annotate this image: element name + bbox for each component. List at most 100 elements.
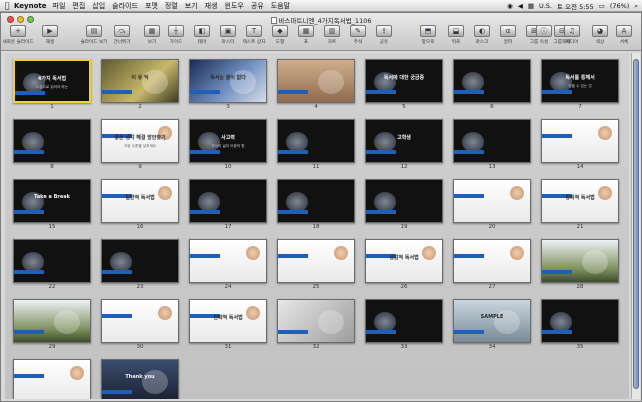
slide-thumbnail[interactable] — [541, 299, 619, 343]
slide-thumbnail[interactable] — [13, 359, 91, 399]
wifi-icon[interactable]: ◉ — [507, 2, 513, 10]
inspector-icon: ⓘ — [536, 25, 552, 37]
menu-arrange[interactable]: 정렬 — [165, 1, 178, 11]
slide-thumbnail[interactable] — [277, 59, 355, 103]
slide-thumbnail[interactable] — [541, 119, 619, 163]
toolbar-fonts-button[interactable]: A 서체 — [609, 25, 639, 45]
slide-thumbnail[interactable] — [365, 179, 443, 223]
toolbar-share-button[interactable]: ⇪ 공유 — [369, 25, 399, 45]
slide-number: 31 — [224, 344, 232, 350]
menu-insert[interactable]: 삽입 — [92, 1, 105, 11]
slide-number: 35 — [576, 344, 584, 350]
slide-thumbnail[interactable] — [277, 299, 355, 343]
slide-thumbnail[interactable] — [189, 179, 267, 223]
slide-thumbnail[interactable] — [453, 179, 531, 223]
menu-file[interactable]: 파일 — [53, 1, 66, 11]
slide-thumbnail[interactable]: 일반적 독서법 — [101, 179, 179, 223]
slide-thumbnail[interactable]: 고학생 — [365, 119, 443, 163]
menu-edit[interactable]: 편집 — [72, 1, 85, 11]
toolbar-media-button[interactable]: ♫ 미디어 — [557, 25, 587, 45]
toolbar-front-button[interactable]: ⬒ 앞으로 — [413, 25, 443, 45]
slide-thumbnail[interactable] — [13, 239, 91, 283]
spotlight-icon[interactable]: ⌕ — [634, 2, 638, 11]
mask-icon: ◐ — [474, 25, 490, 37]
slide-number: 4 — [314, 104, 318, 110]
slide-thumbnail[interactable]: 창의적 독서법 — [541, 179, 619, 223]
slide-thumbnail[interactable]: 독서는 끝이 없다 — [189, 59, 267, 103]
slide-thumbnail[interactable] — [101, 239, 179, 283]
slide-graphic — [318, 310, 344, 334]
menu-view[interactable]: 보기 — [185, 1, 198, 11]
toolbar-plus-button[interactable]: + 새로운 슬라이드 — [2, 25, 34, 45]
view-icon: ▤ — [86, 25, 102, 37]
menu-window[interactable]: 윈도우 — [225, 1, 244, 11]
battery-label: (76%) — [609, 2, 630, 10]
slide-thumbnail[interactable]: 공감적 독서법 — [365, 239, 443, 283]
slide-accent-bar — [190, 150, 220, 154]
battery-icon[interactable]: ▭ — [599, 2, 605, 10]
vertical-scrollbar[interactable] — [631, 53, 640, 399]
toolbar-skip-button[interactable]: ⤼ 건너뛰기 — [107, 25, 137, 45]
chart-icon: ▥ — [324, 25, 340, 37]
slide-accent-bar — [102, 314, 132, 318]
document-icon — [270, 17, 277, 24]
slide-thumbnail[interactable] — [277, 239, 355, 283]
volume-icon[interactable]: ◀ — [518, 2, 523, 10]
slide-thumbnail[interactable] — [277, 179, 355, 223]
slide-graphic — [598, 126, 612, 140]
slide-title: 공감적 독서법 — [389, 255, 419, 261]
menu-help[interactable]: 도움말 — [271, 1, 290, 11]
menu-share[interactable]: 공유 — [251, 1, 264, 11]
slide-graphic — [22, 252, 44, 272]
slide-subtitle: 느낌으로 읽어야 하는 — [35, 85, 69, 89]
slide-title: 이 유 익 — [131, 75, 149, 81]
slide-thumbnail[interactable]: 좋은 생각 해결 방안찾기 가공 수준을 낮추세요 — [101, 119, 179, 163]
slide-title: Thank you — [125, 374, 155, 380]
slide-thumbnail[interactable]: 독서에 대한 궁금증 — [365, 59, 443, 103]
menu-slide[interactable]: 슬라이드 — [112, 1, 138, 11]
locale-label[interactable]: U.S. — [539, 2, 552, 10]
slide-thumbnail[interactable] — [453, 59, 531, 103]
menu-play[interactable]: 재생 — [205, 1, 218, 11]
slide-thumbnail[interactable]: 사고력 자식의 넓이 이중의 힘 — [189, 119, 267, 163]
slide-thumbnail[interactable]: Thank you — [101, 359, 179, 399]
slide-thumbnail[interactable]: 이 유 익 — [101, 59, 179, 103]
slide-title: 창의적 독서법 — [565, 195, 595, 201]
slide-thumbnail[interactable] — [13, 299, 91, 343]
slide-thumbnail[interactable] — [101, 299, 179, 343]
slide-thumbnail[interactable]: Take a Break — [13, 179, 91, 223]
apple-menu-icon[interactable]:  — [0, 1, 14, 10]
slide-thumbnail[interactable] — [541, 239, 619, 283]
toolbar-play-button[interactable]: ▶ 재생 — [35, 25, 65, 45]
slide-thumbnail[interactable]: 전략적 독서법 — [189, 299, 267, 343]
slide-subtitle: 얻을 수 있는 것 — [568, 84, 592, 88]
toolbar-label: 마스크 — [475, 40, 489, 45]
flag-icon[interactable]: ▦ — [528, 2, 534, 10]
slide-thumbnail[interactable] — [453, 119, 531, 163]
clock[interactable]: 토 오전 5:55 — [557, 1, 594, 11]
fonts-icon: A — [616, 25, 632, 37]
slide-accent-bar — [14, 374, 44, 378]
slide-thumbnail[interactable] — [453, 239, 531, 283]
toolbar-inspector-button[interactable]: ⓘ 속성 — [529, 25, 559, 45]
slide-graphic — [334, 246, 348, 260]
slide-thumbnail[interactable]: SAMPLE — [453, 299, 531, 343]
toolbar-label: 주석 — [353, 40, 363, 45]
slide-thumbnail[interactable] — [365, 299, 443, 343]
toolbar-label: 알파 — [503, 40, 513, 45]
slide-thumbnail[interactable] — [189, 239, 267, 283]
app-menu[interactable]: Keynote — [14, 2, 47, 10]
slide-thumbnail[interactable] — [277, 119, 355, 163]
slide-thumbnail[interactable]: 독서를 통해서 얻을 수 있는 것 — [541, 59, 619, 103]
slide-thumbnail[interactable]: 4가지 독서법 느낌으로 읽어야 하는 — [13, 59, 91, 103]
slide-thumbnail[interactable] — [13, 119, 91, 163]
menu-bar:  Keynote 파일 편집 삽입 슬라이드 포맷 정렬 보기 재생 윈도우 … — [0, 0, 642, 12]
toolbar-view-button[interactable]: ▤ 슬라이드 보기 — [79, 25, 109, 45]
scroll-thumb[interactable] — [633, 59, 639, 389]
menu-format[interactable]: 포맷 — [145, 1, 158, 11]
toolbar-label: 차트 — [327, 40, 337, 45]
slide-graphic — [246, 246, 260, 260]
table-icon: ▦ — [298, 25, 314, 37]
slide-number: 26 — [400, 284, 408, 290]
colors-icon: ◕ — [592, 25, 608, 37]
